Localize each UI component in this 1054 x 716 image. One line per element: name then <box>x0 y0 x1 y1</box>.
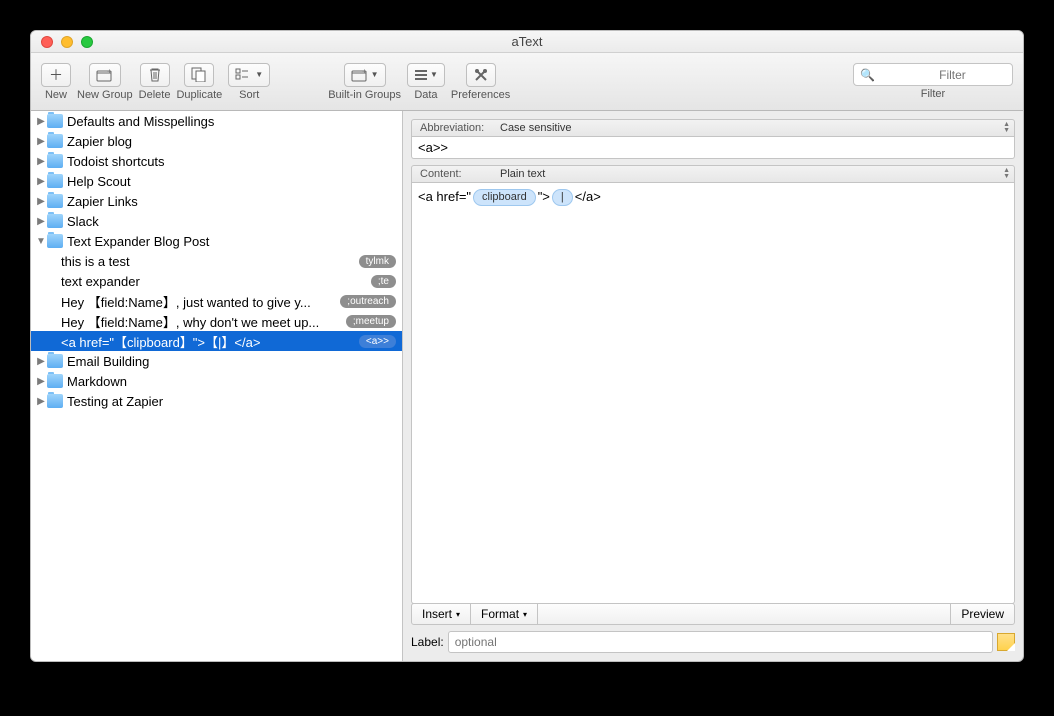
chevron-down-icon: ▼ <box>255 70 263 79</box>
data-button[interactable]: ▼ <box>407 63 445 87</box>
tools-icon <box>473 67 489 83</box>
new-group-label: New Group <box>77 89 133 101</box>
disclosure-right-icon[interactable]: ▶ <box>35 176 47 187</box>
delete-label: Delete <box>139 89 171 101</box>
stepper-icon[interactable]: ▲▼ <box>1003 122 1010 134</box>
content-label: Content: <box>420 168 500 180</box>
group-row[interactable]: ▶Testing at Zapier <box>31 391 402 411</box>
new-button[interactable]: ＋ <box>41 63 71 87</box>
trash-icon <box>148 67 162 82</box>
content-editor[interactable]: <a href=" clipboard "> | </a> <box>411 183 1015 604</box>
content-header[interactable]: Content: Plain text ▲▼ <box>411 165 1015 183</box>
clipboard-token[interactable]: clipboard <box>473 189 536 206</box>
abbreviation-mode[interactable]: Case sensitive <box>500 122 572 134</box>
folder-icon <box>47 154 63 168</box>
abbr-pill: tylmk <box>359 255 396 268</box>
editor-pane: Abbreviation: Case sensitive ▲▼ <a>> Con… <box>403 111 1023 661</box>
disclosure-right-icon[interactable]: ▶ <box>35 216 47 227</box>
abbr-pill: ;outreach <box>340 295 396 308</box>
disclosure-right-icon[interactable]: ▶ <box>35 196 47 207</box>
group-row[interactable]: ▶Slack <box>31 211 402 231</box>
abbr-pill: <a>> <box>359 335 396 348</box>
folder-icon <box>47 394 63 408</box>
new-label: New <box>45 89 67 101</box>
cursor-token[interactable]: | <box>552 189 573 206</box>
folder-icon <box>47 174 63 188</box>
abbr-pill: ;te <box>371 275 396 288</box>
disclosure-down-icon[interactable]: ▼ <box>35 236 47 247</box>
toolbar: ＋ New + New Group Delete Duplicate ▼ Sor… <box>31 53 1023 111</box>
sort-icon <box>235 68 253 81</box>
group-row[interactable]: ▶Zapier Links <box>31 191 402 211</box>
folder-icon <box>47 234 63 248</box>
new-group-button[interactable]: + <box>89 63 121 87</box>
svg-text:+: + <box>107 68 112 76</box>
folder-plus-icon: + <box>351 68 369 82</box>
folder-icon <box>47 214 63 228</box>
group-row[interactable]: ▶Defaults and Misspellings <box>31 111 402 131</box>
preview-button[interactable]: Preview <box>951 604 1014 624</box>
folder-icon <box>47 114 63 128</box>
group-row[interactable]: ▶Help Scout <box>31 171 402 191</box>
label-input[interactable] <box>448 631 993 653</box>
disclosure-right-icon[interactable]: ▶ <box>35 136 47 147</box>
preferences-button[interactable] <box>466 63 496 87</box>
folder-icon <box>47 134 63 148</box>
folder-icon <box>47 194 63 208</box>
preferences-label: Preferences <box>451 89 510 101</box>
plus-icon: ＋ <box>49 65 63 85</box>
content-mode[interactable]: Plain text <box>500 168 545 180</box>
abbr-pill: ;meetup <box>346 315 396 328</box>
duplicate-icon <box>191 67 207 82</box>
disclosure-right-icon[interactable]: ▶ <box>35 396 47 407</box>
label-label: Label: <box>411 635 444 649</box>
format-button[interactable]: Format▾ <box>471 604 538 624</box>
abbreviation-label: Abbreviation: <box>420 122 500 134</box>
filter-input[interactable] <box>875 68 1024 82</box>
duplicate-label: Duplicate <box>176 89 222 101</box>
snippet-row[interactable]: this is a testtylmk <box>31 251 402 271</box>
disclosure-right-icon[interactable]: ▶ <box>35 356 47 367</box>
search-icon: 🔍 <box>860 68 875 82</box>
builtin-groups-button[interactable]: +▼ <box>344 63 386 87</box>
group-row[interactable]: ▶Todoist shortcuts <box>31 151 402 171</box>
group-row[interactable]: ▼Text Expander Blog Post <box>31 231 402 251</box>
builtin-groups-label: Built-in Groups <box>328 89 401 101</box>
delete-button[interactable] <box>140 63 170 87</box>
chevron-down-icon: ▼ <box>430 70 438 79</box>
snippet-row-selected[interactable]: <a href="【clipboard】">【|】</a><a>> <box>31 331 402 351</box>
snippet-row[interactable]: Hey 【field:Name】, why don't we meet up..… <box>31 311 402 331</box>
stepper-icon[interactable]: ▲▼ <box>1003 168 1010 180</box>
folder-plus-icon: + <box>96 68 114 82</box>
sort-label: Sort <box>239 89 259 101</box>
folder-icon <box>47 374 63 388</box>
snippet-row[interactable]: Hey 【field:Name】, just wanted to give y.… <box>31 291 402 311</box>
group-row[interactable]: ▶Markdown <box>31 371 402 391</box>
list-icon <box>414 69 428 81</box>
chevron-down-icon: ▾ <box>456 610 460 619</box>
app-window: aText ＋ New + New Group Delete Duplicate… <box>30 30 1024 662</box>
svg-text:+: + <box>362 68 367 76</box>
chevron-down-icon: ▾ <box>523 610 527 619</box>
disclosure-right-icon[interactable]: ▶ <box>35 376 47 387</box>
chevron-down-icon: ▼ <box>371 70 379 79</box>
disclosure-right-icon[interactable]: ▶ <box>35 156 47 167</box>
filter-label: Filter <box>921 88 945 100</box>
disclosure-right-icon[interactable]: ▶ <box>35 116 47 127</box>
group-row[interactable]: ▶Zapier blog <box>31 131 402 151</box>
snippet-row[interactable]: text expander;te <box>31 271 402 291</box>
note-icon[interactable] <box>997 633 1015 651</box>
sort-button[interactable]: ▼ <box>228 63 270 87</box>
folder-icon <box>47 354 63 368</box>
duplicate-button[interactable] <box>184 63 214 87</box>
group-row[interactable]: ▶Email Building <box>31 351 402 371</box>
abbreviation-header[interactable]: Abbreviation: Case sensitive ▲▼ <box>411 119 1015 137</box>
data-label: Data <box>414 89 437 101</box>
insert-button[interactable]: Insert▾ <box>412 604 471 624</box>
sidebar: ▶Defaults and Misspellings ▶Zapier blog … <box>31 111 403 661</box>
abbreviation-input[interactable]: <a>> <box>411 137 1015 159</box>
titlebar: aText <box>31 31 1023 53</box>
filter-search[interactable]: 🔍 <box>853 63 1013 86</box>
window-title: aText <box>31 34 1023 49</box>
